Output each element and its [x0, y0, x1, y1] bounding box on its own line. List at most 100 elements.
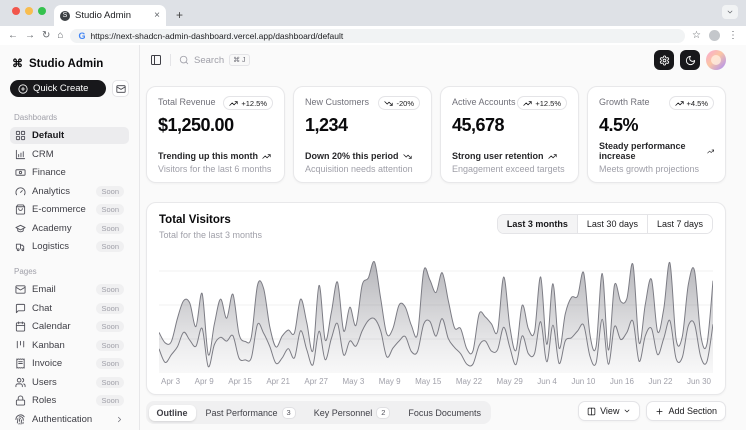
- stat-cards: Total Revenue +12.5% $1,250.00 Trending …: [146, 86, 726, 183]
- soon-badge: Soon: [96, 185, 124, 197]
- visitors-area-chart[interactable]: [159, 253, 713, 373]
- browser-tab-strip: S Studio Admin × +: [0, 0, 746, 26]
- chart-subtitle: Total for the last 3 months: [159, 230, 263, 240]
- stat-value: 45,678: [452, 115, 505, 135]
- x-tick: Apr 3: [161, 377, 181, 386]
- search-input[interactable]: Search ⌘ J: [179, 54, 250, 66]
- sidebar-item-label: Logistics: [32, 241, 69, 252]
- quick-create-button[interactable]: Quick Create: [10, 80, 106, 97]
- message-square-icon: [15, 303, 26, 314]
- add-section-label: Add Section: [668, 406, 717, 416]
- tab-key-personnel[interactable]: Key Personnel 2: [306, 404, 399, 422]
- sidebar-item-crm[interactable]: CRM: [10, 146, 129, 163]
- sidebar-item-invoice[interactable]: Invoice Soon: [10, 355, 129, 372]
- trending-up-icon: [706, 149, 714, 153]
- stat-footer-desc: Acquisition needs attention: [305, 164, 413, 174]
- x-axis-ticks: Apr 3 Apr 9 Apr 15 Apr 21 Apr 27 May 3 M…: [159, 377, 713, 386]
- sidebar-item-label: Authentication: [32, 413, 93, 425]
- browser-menu-icon[interactable]: ⋮: [728, 30, 738, 41]
- stat-card-new-customers: New Customers -20% 1,234 Down 20% this p…: [293, 86, 432, 183]
- x-tick: May 22: [455, 377, 483, 386]
- sidebar-item-ecommerce[interactable]: E-commerce Soon: [10, 201, 129, 218]
- x-tick: Apr 27: [304, 377, 328, 386]
- home-icon[interactable]: ⌂: [57, 30, 63, 41]
- soon-badge: Soon: [96, 284, 124, 295]
- section-tabs: Outline Past Performance 3 Key Personnel…: [146, 401, 492, 424]
- sidebar-item-email[interactable]: Email Soon: [10, 281, 129, 298]
- user-avatar[interactable]: [706, 50, 726, 70]
- stat-title: Growth Rate: [599, 97, 650, 107]
- tab-outline[interactable]: Outline: [148, 404, 196, 421]
- soon-badge: Soon: [96, 395, 124, 406]
- brand-name: Studio Admin: [29, 57, 104, 70]
- close-window-button[interactable]: [12, 7, 20, 15]
- x-tick: May 3: [342, 377, 365, 386]
- reload-icon[interactable]: ↻: [42, 30, 50, 41]
- browser-tab[interactable]: S Studio Admin ×: [54, 5, 166, 26]
- range-toggle-group: Last 3 months Last 30 days Last 7 days: [496, 214, 713, 234]
- soon-badge: Soon: [96, 204, 124, 215]
- window-controls[interactable]: [8, 0, 54, 26]
- search-icon: [179, 55, 189, 65]
- sidebar-item-users[interactable]: Users Soon: [10, 374, 129, 391]
- tab-focus-documents[interactable]: Focus Documents: [400, 405, 489, 421]
- stat-footer-desc: Visitors for the last 6 months: [158, 164, 272, 174]
- x-tick: Jun 4: [537, 377, 557, 386]
- url-field[interactable]: G https://next-shadcn-admin-dashboard.ve…: [70, 28, 686, 43]
- stat-title: Active Accounts: [452, 97, 516, 107]
- stat-title: New Customers: [305, 97, 370, 107]
- sidebar-item-finance[interactable]: Finance: [10, 164, 129, 181]
- range-last-3-months[interactable]: Last 3 months: [497, 215, 577, 233]
- bookmark-star-icon[interactable]: ☆: [692, 30, 701, 41]
- soon-badge: Soon: [96, 321, 124, 332]
- soon-badge: Soon: [96, 302, 124, 314]
- sidebar-item-default[interactable]: Default: [10, 127, 129, 144]
- add-section-button[interactable]: Add Section: [646, 401, 726, 421]
- x-tick: Jun 22: [648, 377, 673, 386]
- sidebar-item-analytics[interactable]: Analytics Soon: [10, 183, 129, 200]
- inbox-button[interactable]: [112, 80, 129, 97]
- trending-up-icon: [523, 100, 532, 106]
- sidebar-item-chat[interactable]: Chat Soon: [10, 300, 129, 317]
- maximize-window-button[interactable]: [38, 7, 46, 15]
- soon-badge: Soon: [96, 358, 124, 369]
- x-tick: Jun 16: [609, 377, 634, 386]
- sidebar-item-logistics[interactable]: Logistics Soon: [10, 238, 129, 255]
- tab-list-chevron-icon[interactable]: [722, 5, 738, 19]
- trending-up-icon: [674, 100, 684, 106]
- range-last-30-days[interactable]: Last 30 days: [576, 215, 647, 233]
- back-icon[interactable]: ←: [8, 30, 18, 41]
- settings-button[interactable]: [654, 50, 674, 70]
- range-last-7-days[interactable]: Last 7 days: [646, 215, 712, 233]
- trend-badge: +12.5%: [223, 96, 273, 110]
- tab-past-performance[interactable]: Past Performance 3: [198, 404, 304, 422]
- new-tab-button[interactable]: +: [166, 8, 193, 26]
- sidebar-toggle-icon[interactable]: [150, 54, 162, 66]
- tab-close-icon[interactable]: ×: [154, 10, 160, 21]
- forklift-icon: [15, 241, 26, 252]
- forward-icon[interactable]: →: [25, 30, 35, 41]
- stat-footer-title: Trending up this month: [158, 151, 258, 161]
- sidebar-item-roles[interactable]: Roles Soon: [10, 392, 129, 409]
- sidebar-item-calendar[interactable]: Calendar Soon: [10, 318, 129, 335]
- x-tick: Apr 21: [266, 377, 290, 386]
- gear-icon: [659, 54, 669, 66]
- theme-toggle-button[interactable]: [680, 50, 700, 70]
- sidebar-item-kanban[interactable]: Kanban Soon: [10, 337, 129, 354]
- view-button[interactable]: View: [578, 401, 641, 421]
- sidebar-item-academy[interactable]: Academy Soon: [10, 220, 129, 237]
- x-tick: May 9: [378, 377, 401, 386]
- browser-profile-avatar[interactable]: [709, 30, 720, 41]
- graduation-cap-icon: [15, 223, 26, 234]
- calendar-icon: [15, 321, 26, 332]
- x-tick: May 15: [415, 377, 442, 386]
- x-tick: Jun 30: [686, 377, 711, 386]
- users-icon: [15, 377, 26, 388]
- sidebar-item-authentication[interactable]: Authentication: [10, 411, 129, 428]
- columns-icon: [587, 407, 596, 415]
- stat-footer-title: Down 20% this period: [305, 151, 399, 161]
- sidebar-item-label: Calendar: [32, 321, 71, 332]
- brand[interactable]: ⌘ Studio Admin: [10, 55, 129, 80]
- trend-delta: +12.5%: [535, 98, 561, 108]
- minimize-window-button[interactable]: [25, 7, 33, 15]
